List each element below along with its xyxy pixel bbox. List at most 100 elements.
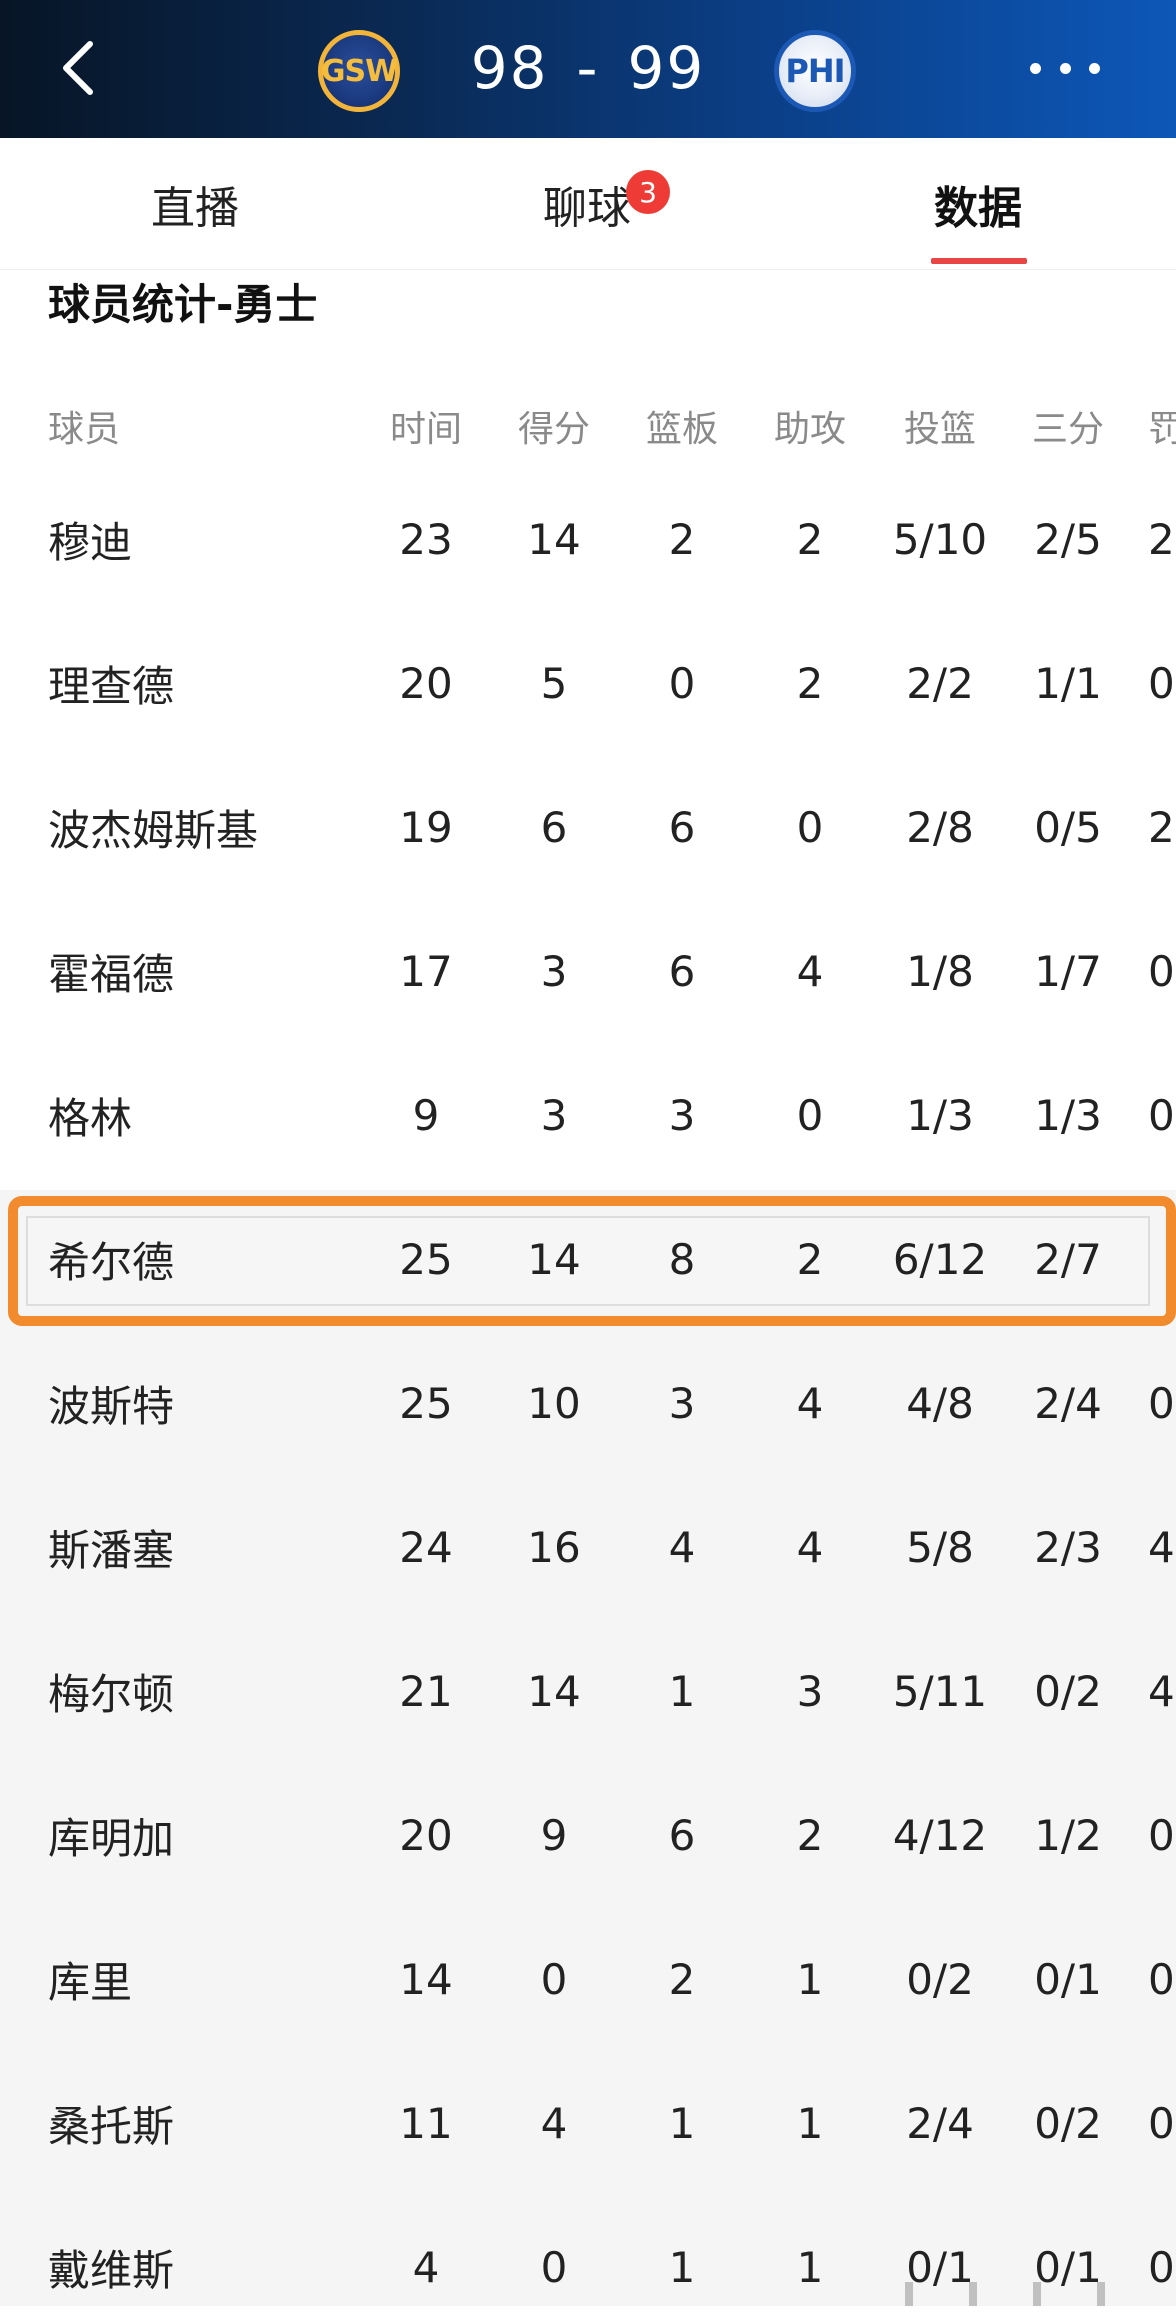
column-header-minutes: 时间 [389,409,462,450]
phi-team-logo[interactable]: PHI [774,30,856,112]
stat-minutes: 4 [412,2242,440,2292]
stat-rebounds: 1 [668,2242,696,2292]
stat-assists: 1 [796,1954,824,2004]
stat-minutes: 21 [399,1666,453,1716]
stat-field-goals: 1/3 [906,1090,974,1140]
nav-handle-bar [969,2282,977,2306]
stat-minutes: 25 [399,1378,453,1428]
system-nav-handle [905,2282,1105,2306]
stat-free-throws: 2 [1148,514,1175,564]
stat-assists: 2 [796,514,824,564]
stat-free-throws: 2 [1148,802,1175,852]
stat-three-pointers: 2/3 [1034,1522,1102,1572]
stat-field-goals: 5/8 [906,1522,974,1572]
stat-points: 3 [540,1090,568,1140]
stat-rebounds: 1 [668,1666,696,1716]
stat-rebounds: 6 [668,802,696,852]
stat-points: 5 [540,658,568,708]
table-row[interactable]: 库里 14 0 2 1 0/2 0/1 0 [0,1930,1176,2028]
tab-live[interactable]: 直播 [95,138,295,270]
back-button[interactable] [50,38,110,98]
stat-free-throws: 4 [1148,1666,1175,1716]
table-row[interactable]: 理查德 20 5 0 2 2/2 1/1 0 [0,634,1176,732]
chevron-left-icon [63,41,93,95]
stat-field-goals: 4/12 [892,1810,988,1860]
column-header-rebounds: 篮板 [645,409,718,450]
stat-points: 10 [527,1378,581,1428]
stat-assists: 1 [796,2098,824,2148]
stat-free-throws: 0 [1148,2098,1175,2148]
stat-field-goals: 4/8 [906,1378,974,1428]
stat-minutes: 20 [399,1810,453,1860]
player-name: 斯潘塞 [48,1525,175,1575]
table-row[interactable]: 梅尔顿 21 14 1 3 5/11 0/2 4 [0,1642,1176,1740]
stat-three-pointers: 2/4 [1034,1378,1102,1428]
phi-logo-text: PHI [785,52,845,90]
table-row[interactable]: 波斯特 25 10 3 4 4/8 2/4 0 [0,1354,1176,1452]
table-row[interactable]: 库明加 20 9 6 2 4/12 1/2 0 [0,1786,1176,1884]
table-row[interactable]: 桑托斯 11 4 1 1 2/4 0/2 0 [0,2074,1176,2172]
more-dot [1030,62,1041,74]
stat-points: 4 [540,2098,568,2148]
column-header-player: 球员 [48,409,121,450]
player-name: 桑托斯 [48,2101,175,2151]
stat-rebounds: 3 [668,1378,696,1428]
stat-three-pointers: 1/2 [1034,1810,1102,1860]
table-row[interactable]: 斯潘塞 24 16 4 4 5/8 2/3 4 [0,1498,1176,1596]
nav-handle-bar [1033,2282,1041,2306]
stat-three-pointers: 0/5 [1034,802,1102,852]
stat-minutes: 14 [399,1954,453,2004]
stat-assists: 4 [796,1522,824,1572]
stat-assists: 4 [796,946,824,996]
stat-three-pointers: 1/3 [1034,1090,1102,1140]
stat-assists: 2 [796,658,824,708]
stat-field-goals: 1/8 [906,946,974,996]
gsw-team-logo[interactable]: GSW [318,30,400,112]
stat-rebounds: 0 [668,658,696,708]
section-title: 球员统计-勇士 [48,279,318,329]
more-options-icon[interactable] [1030,50,1100,86]
table-row[interactable]: 穆迪 23 14 2 2 5/10 2/5 2 [0,490,1176,588]
player-name: 格林 [48,1093,133,1143]
stat-rebounds: 2 [668,1954,696,2004]
player-name: 梅尔顿 [48,1669,175,1719]
stat-three-pointers: 1/1 [1034,658,1102,708]
stat-points: 16 [527,1522,581,1572]
score-display: 98 - 99 [450,28,726,108]
chat-unread-badge: 3 [626,170,670,214]
stat-rebounds: 2 [668,514,696,564]
active-tab-indicator [931,258,1027,264]
table-row[interactable]: 霍福德 17 3 6 4 1/8 1/7 0 [0,922,1176,1020]
gsw-logo-text: GSW [320,53,398,89]
player-name: 波杰姆斯基 [48,805,259,855]
more-dot [1089,62,1100,74]
stat-free-throws: 4 [1148,1522,1175,1572]
player-name: 库里 [48,1957,133,2007]
stat-assists: 1 [796,2242,824,2292]
home-score: 98 [470,34,549,102]
tab-stats[interactable]: 数据 [878,138,1078,270]
stat-three-pointers: 0/2 [1034,1666,1102,1716]
stat-points: 3 [540,946,568,996]
more-dot [1059,62,1071,74]
stat-minutes: 9 [412,1090,440,1140]
stat-free-throws: 0 [1148,658,1175,708]
stat-assists: 0 [796,802,824,852]
stat-field-goals: 5/11 [892,1666,988,1716]
stat-minutes: 19 [399,802,453,852]
stat-free-throws: 0 [1148,946,1175,996]
stat-free-throws: 0 [1148,1378,1175,1428]
column-header-free-throws: 罚 [1148,409,1176,450]
table-row[interactable]: 波杰姆斯基 19 6 6 0 2/8 0/5 2 [0,778,1176,876]
stat-field-goals: 2/8 [906,802,974,852]
table-row[interactable]: 格林 9 3 3 0 1/3 1/3 0 [0,1066,1176,1164]
away-score: 99 [627,34,706,102]
stat-three-pointers: 2/5 [1034,514,1102,564]
stat-free-throws: 0 [1148,1954,1175,2004]
column-header-assists: 助攻 [773,409,846,450]
stat-field-goals: 2/4 [906,2098,974,2148]
stat-minutes: 20 [399,658,453,708]
player-name: 波斯特 [48,1381,175,1431]
stat-points: 14 [527,514,581,564]
stat-assists: 4 [796,1378,824,1428]
